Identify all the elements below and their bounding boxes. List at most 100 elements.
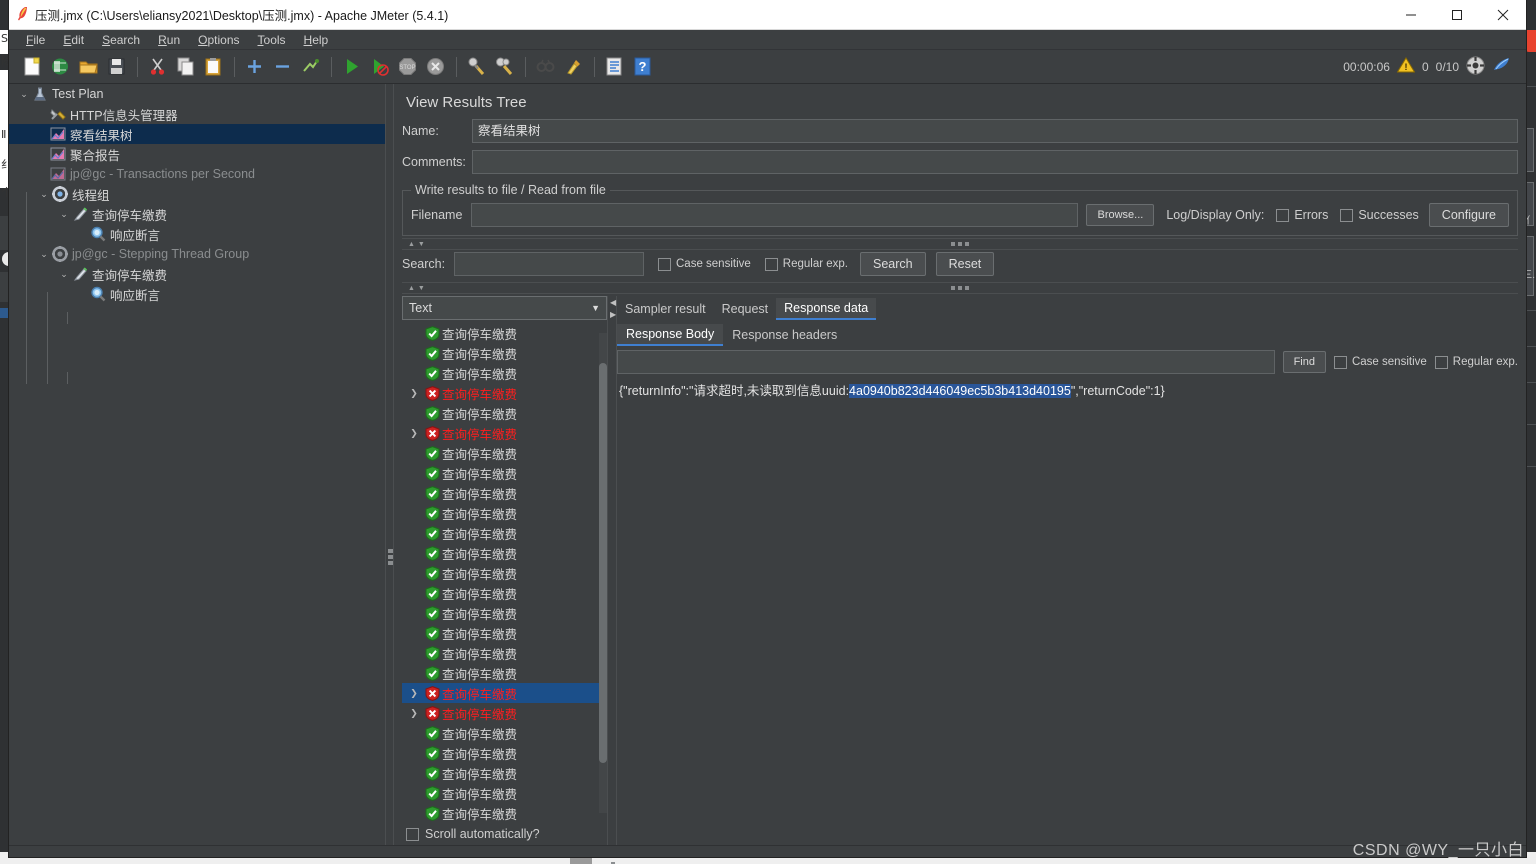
result-list-item[interactable]: 查询停车缴费 xyxy=(402,563,607,583)
result-list-item[interactable]: 查询停车缴费 xyxy=(402,503,607,523)
result-list-item[interactable]: ❯ 查询停车缴费 xyxy=(402,703,607,723)
comments-input[interactable] xyxy=(472,150,1518,174)
tree-node-tps-graph[interactable]: jp@gc - Transactions per Second xyxy=(9,164,385,184)
clear-icon[interactable] xyxy=(463,54,489,80)
menu-help[interactable]: Help xyxy=(295,31,338,49)
chevron-down-icon[interactable]: ⌄ xyxy=(57,269,71,280)
shutdown-icon[interactable] xyxy=(422,54,448,80)
find-input[interactable] xyxy=(617,350,1275,374)
chevron-right-icon[interactable]: ❯ xyxy=(406,688,422,699)
splitter-grip[interactable] xyxy=(951,242,969,246)
splitter-grip[interactable] xyxy=(951,286,969,290)
lower-splitter[interactable]: ▲▼ xyxy=(402,282,1518,294)
tree-detail-splitter[interactable] xyxy=(385,84,394,845)
response-body-text[interactable]: {"returnInfo":"请求超时,未读取到信息uuid:4a0940b82… xyxy=(617,380,1518,845)
collapse-all-icon[interactable] xyxy=(269,54,295,80)
tree-node-http-sampler-1[interactable]: ⌄ 查询停车缴费 xyxy=(9,204,385,224)
find-regex-checkbox[interactable] xyxy=(1434,355,1448,369)
scrollbar-thumb[interactable] xyxy=(599,363,607,763)
result-list-item[interactable]: 查询停车缴费 xyxy=(402,363,607,383)
results-list[interactable]: 查询停车缴费 查询停车缴费 查询停车缴费 ❯ 查询停车缴费 查询停车缴费 ❯ 查询停车缴费 查询… xyxy=(402,323,607,821)
result-list-item[interactable]: 查询停车缴费 xyxy=(402,663,607,683)
scroll-automatically-checkbox[interactable] xyxy=(406,827,419,841)
splitter-arrows[interactable]: ▲▼ xyxy=(402,241,428,248)
result-list-item[interactable]: 查询停车缴费 xyxy=(402,803,607,821)
renderer-select[interactable]: Text ▼ xyxy=(402,296,607,320)
chevron-down-icon[interactable]: ⌄ xyxy=(17,89,31,100)
splitter-arrows[interactable]: ▲▼ xyxy=(402,285,428,292)
remote-engines-icon[interactable] xyxy=(1466,56,1485,78)
maximize-button[interactable] xyxy=(1434,0,1480,30)
search-reset-icon[interactable] xyxy=(560,54,586,80)
upper-splitter[interactable]: ▲▼ xyxy=(402,238,1518,250)
result-list-item[interactable]: 查询停车缴费 xyxy=(402,323,607,343)
collapse-right-arrow-icon[interactable]: ▶ xyxy=(610,310,616,319)
tree-node-aggregate-report[interactable]: 聚合报告 xyxy=(9,144,385,164)
menu-search[interactable]: Search xyxy=(93,31,149,49)
tree-node-assertion-2[interactable]: 响应断言 xyxy=(9,284,385,304)
chevron-right-icon[interactable]: ❯ xyxy=(406,388,422,399)
result-list-item[interactable]: ❯ 查询停车缴费 xyxy=(402,383,607,403)
stop-icon[interactable]: STOP xyxy=(394,54,420,80)
close-button[interactable] xyxy=(1480,0,1526,30)
result-list-item[interactable]: 查询停车缴费 xyxy=(402,403,607,423)
errors-checkbox[interactable] xyxy=(1276,208,1290,222)
warning-triangle-icon[interactable]: ! xyxy=(1396,57,1416,76)
copy-icon[interactable] xyxy=(172,54,198,80)
find-case-sensitive-checkbox[interactable] xyxy=(1333,355,1347,369)
result-list-item[interactable]: 查询停车缴费 xyxy=(402,723,607,743)
save-icon[interactable] xyxy=(103,54,129,80)
search-button[interactable]: Search xyxy=(860,252,926,276)
results-detail-splitter[interactable]: ◀ ▶ xyxy=(607,296,617,864)
result-list-item[interactable]: 查询停车缴费 xyxy=(402,443,607,463)
filename-input[interactable] xyxy=(471,203,1079,227)
tab-sampler-result[interactable]: Sampler result xyxy=(617,298,714,320)
result-list-item[interactable]: 查询停车缴费 xyxy=(402,463,607,483)
find-button[interactable]: Find xyxy=(1282,351,1326,373)
tab-response-data[interactable]: Response data xyxy=(776,298,877,320)
new-icon[interactable] xyxy=(19,54,45,80)
minimize-button[interactable] xyxy=(1388,0,1434,30)
result-list-item[interactable]: ❯ 查询停车缴费 xyxy=(402,423,607,443)
result-list-item[interactable]: 查询停车缴费 xyxy=(402,743,607,763)
result-list-item[interactable]: 查询停车缴费 xyxy=(402,583,607,603)
chevron-down-icon[interactable]: ⌄ xyxy=(37,189,51,200)
function-helper-icon[interactable] xyxy=(601,54,627,80)
browse-button[interactable]: Browse... xyxy=(1086,204,1155,226)
subtab-response-headers[interactable]: Response headers xyxy=(723,324,846,346)
tree-node-view-results-tree[interactable]: 察看结果树 xyxy=(9,124,385,144)
menu-options[interactable]: Options xyxy=(189,31,248,49)
help-icon[interactable]: ? xyxy=(629,54,655,80)
tree-node-header-manager[interactable]: HTTP信息头管理器 xyxy=(9,104,385,124)
chevron-right-icon[interactable]: ❯ xyxy=(406,708,422,719)
open-icon[interactable] xyxy=(75,54,101,80)
results-scrollbar[interactable] xyxy=(599,333,607,813)
menu-file[interactable]: File xyxy=(17,31,54,49)
result-list-item[interactable]: 查询停车缴费 xyxy=(402,343,607,363)
name-input[interactable]: 察看结果树 xyxy=(472,119,1518,143)
toggle-icon[interactable] xyxy=(297,54,323,80)
result-list-item[interactable]: 查询停车缴费 xyxy=(402,763,607,783)
search-case-sensitive-checkbox[interactable] xyxy=(658,257,671,271)
result-list-item[interactable]: 查询停车缴费 xyxy=(402,603,607,623)
configure-button[interactable]: Configure xyxy=(1428,203,1509,227)
result-list-item[interactable]: 查询停车缴费 xyxy=(402,643,607,663)
tree-node-assertion-1[interactable]: 响应断言 xyxy=(9,224,385,244)
result-list-item[interactable]: 查询停车缴费 xyxy=(402,543,607,563)
search-regex-checkbox[interactable] xyxy=(764,257,778,271)
result-list-item[interactable]: 查询停车缴费 xyxy=(402,783,607,803)
clear-all-icon[interactable] xyxy=(491,54,517,80)
result-list-item[interactable]: 查询停车缴费 xyxy=(402,523,607,543)
start-no-pauses-icon[interactable] xyxy=(366,54,392,80)
search-icon[interactable] xyxy=(532,54,558,80)
tab-request[interactable]: Request xyxy=(714,298,777,320)
chevron-down-icon[interactable]: ▼ xyxy=(591,303,600,313)
collapse-left-arrow-icon[interactable]: ◀ xyxy=(610,298,616,307)
search-reset-button[interactable]: Reset xyxy=(935,252,995,276)
result-list-item[interactable]: 查询停车缴费 xyxy=(402,623,607,643)
splitter-grip[interactable] xyxy=(388,549,393,567)
expand-all-icon[interactable] xyxy=(241,54,267,80)
templates-icon[interactable] xyxy=(47,54,73,80)
chevron-down-icon[interactable]: ⌄ xyxy=(57,209,71,220)
paste-icon[interactable] xyxy=(200,54,226,80)
